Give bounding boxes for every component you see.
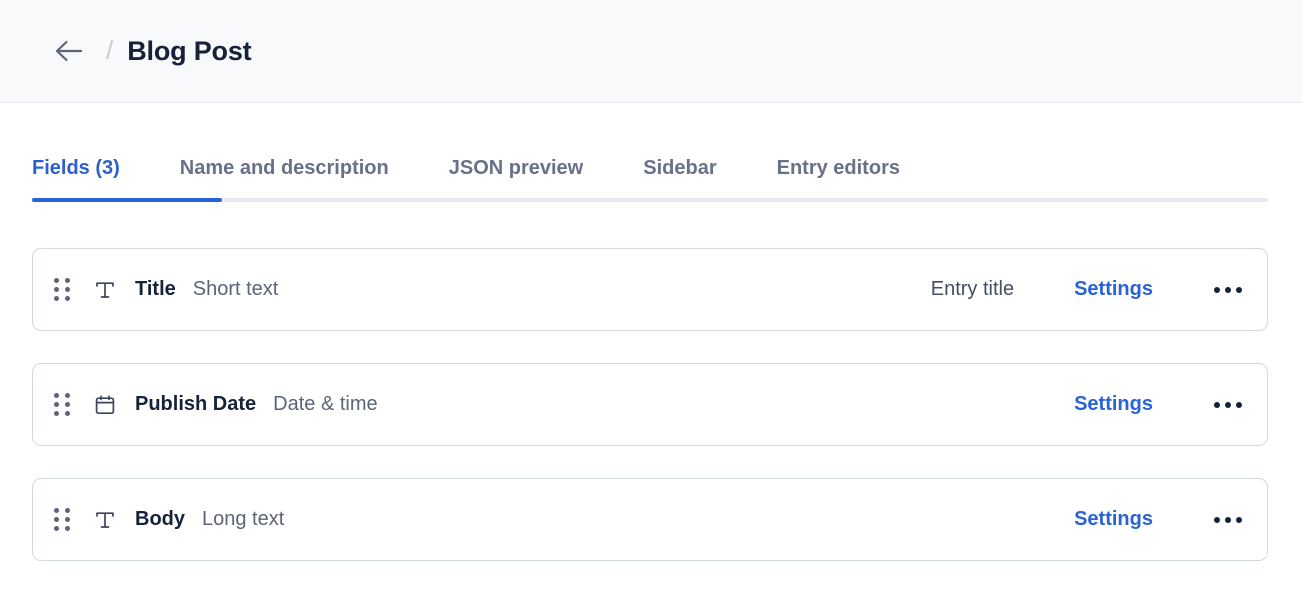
settings-link[interactable]: Settings [1074,393,1153,416]
table-row[interactable]: Publish Date Date & time Settings [32,363,1268,446]
field-name: Body [135,508,185,530]
drag-handle-icon[interactable] [54,277,71,302]
more-horizontal-icon[interactable] [1211,392,1245,418]
status-badge: Entry title [930,278,1015,300]
more-horizontal-icon[interactable] [1211,277,1245,303]
tab-entry-editors[interactable]: Entry editors [777,157,900,202]
field-name: Publish Date [135,393,257,415]
arrow-left-icon [53,38,85,64]
table-row[interactable]: Body Long text Settings [32,478,1268,561]
more-horizontal-icon[interactable] [1211,507,1245,533]
text-long-icon [92,507,118,533]
field-type: Date & time [273,393,378,415]
tab-name-and-description[interactable]: Name and description [180,157,389,202]
calendar-icon [92,392,118,418]
drag-handle-icon[interactable] [54,392,71,417]
drag-handle-icon[interactable] [54,507,71,532]
settings-link[interactable]: Settings [1074,278,1153,301]
page-header: / Blog Post [0,0,1302,103]
breadcrumb-separator: / [106,34,114,65]
table-row[interactable]: Title Short text Entry title Settings [32,248,1268,331]
tab-sidebar[interactable]: Sidebar [643,157,716,202]
tab-bar: Fields (3) Name and description JSON pre… [0,103,1302,202]
settings-link[interactable]: Settings [1074,508,1153,531]
page-title: Blog Post [127,35,252,66]
text-short-icon [92,277,118,303]
field-name: Title [135,278,176,300]
field-type: Short text [192,278,279,300]
field-type: Long text [202,508,285,530]
fields-list: Title Short text Entry title Settings Pu… [0,202,1302,561]
active-tab-indicator [32,198,222,202]
tab-fields[interactable]: Fields (3) [32,157,120,202]
tab-json-preview[interactable]: JSON preview [449,157,584,202]
back-button[interactable] [50,34,88,68]
